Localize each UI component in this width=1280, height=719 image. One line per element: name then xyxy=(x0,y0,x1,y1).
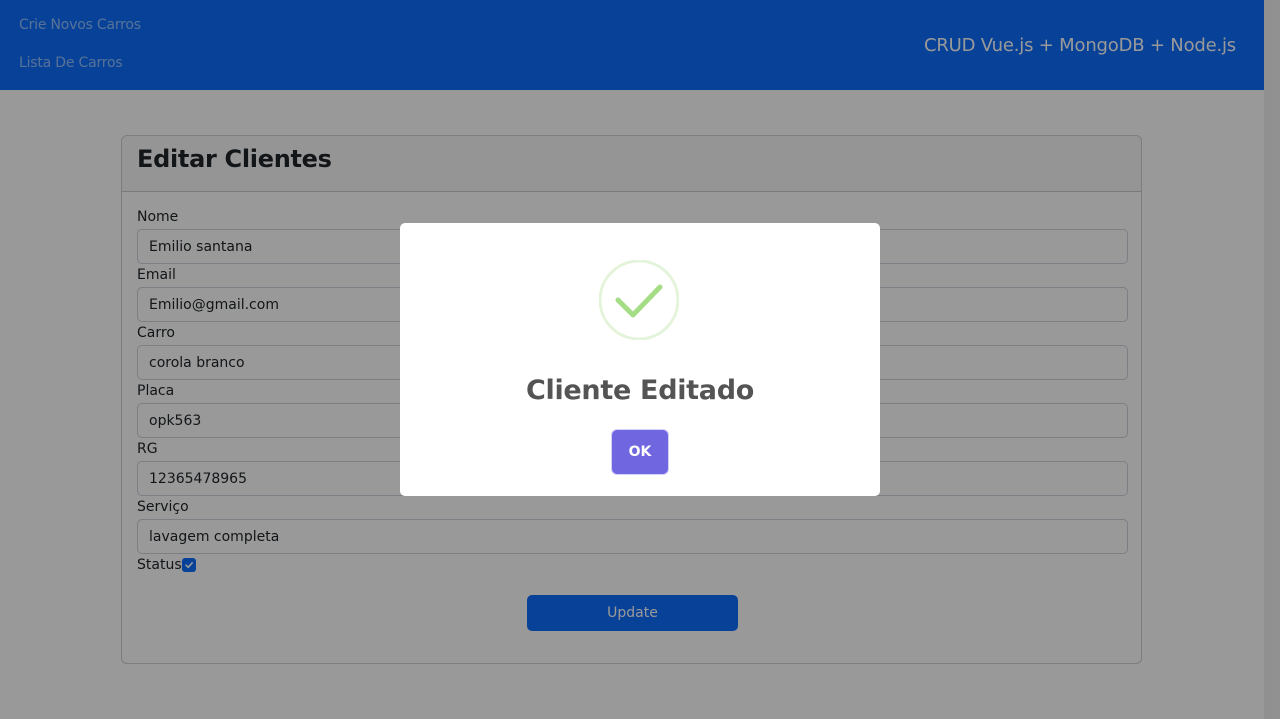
dialog-title: Cliente Editado xyxy=(525,375,754,406)
success-check-icon xyxy=(599,260,679,340)
success-dialog: Cliente Editado OK xyxy=(400,223,880,496)
ok-button[interactable]: OK xyxy=(612,430,668,474)
